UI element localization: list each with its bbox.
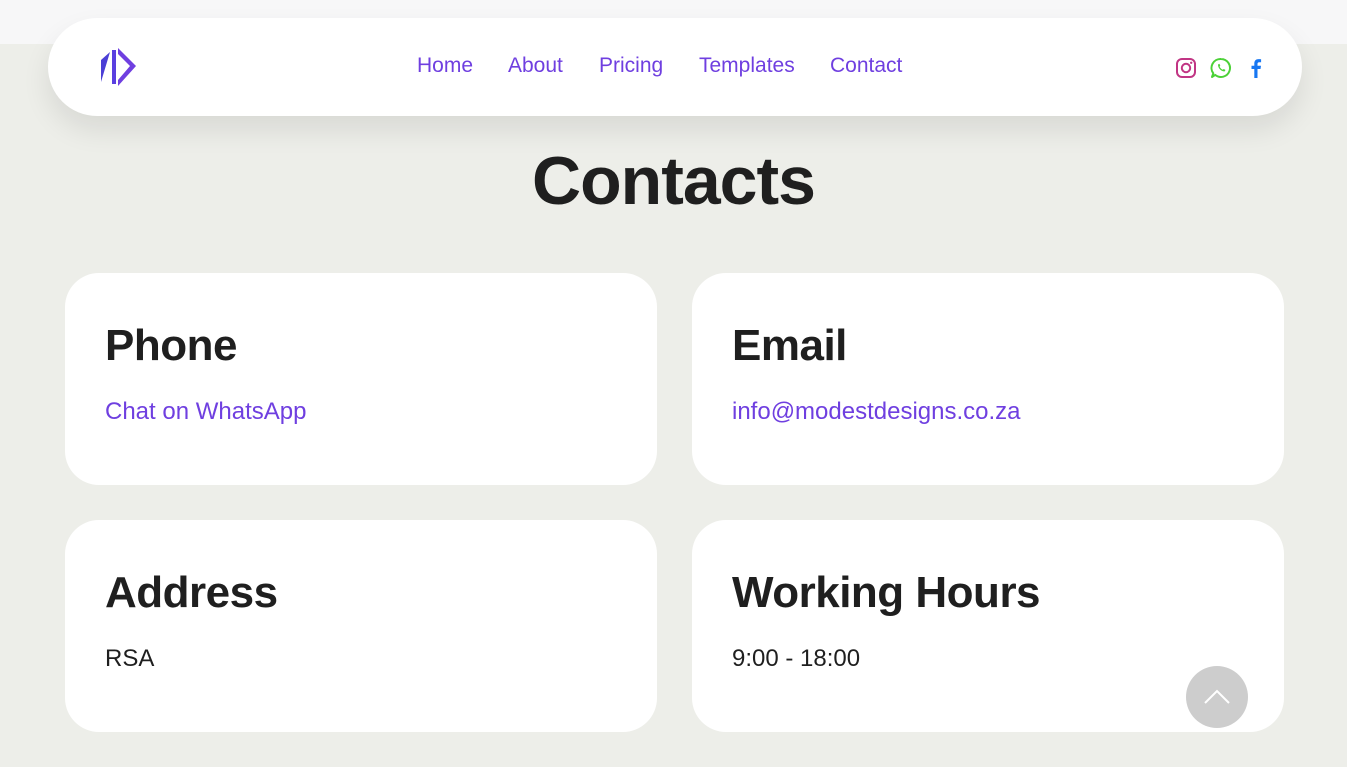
phone-card: Phone Chat on WhatsApp (65, 273, 657, 485)
address-card-title: Address (105, 568, 278, 617)
email-card-title: Email (732, 321, 847, 370)
facebook-icon[interactable] (1245, 57, 1267, 79)
page-title: Contacts (532, 143, 816, 219)
nav-link-templates[interactable]: Templates (699, 54, 795, 78)
email-link[interactable]: info@modestdesigns.co.za (732, 398, 1021, 426)
instagram-icon[interactable] (1175, 57, 1197, 79)
main-navigation: Home About Pricing Templates Contact (48, 18, 1302, 116)
working-hours-value: 9:00 - 18:00 (732, 645, 861, 672)
email-card: Email info@modestdesigns.co.za (692, 273, 1284, 485)
whatsapp-chat-link[interactable]: Chat on WhatsApp (105, 398, 306, 426)
nav-link-contact[interactable]: Contact (830, 54, 902, 78)
address-card: Address RSA (65, 520, 657, 732)
whatsapp-icon[interactable] (1210, 57, 1232, 79)
scroll-to-top-button[interactable] (1186, 666, 1248, 728)
chevron-up-icon (1204, 689, 1230, 704)
navbar: Home About Pricing Templates Contact (48, 18, 1302, 116)
address-value: RSA (105, 645, 155, 672)
nav-link-pricing[interactable]: Pricing (599, 54, 663, 78)
nav-link-about[interactable]: About (508, 54, 563, 78)
working-hours-card-title: Working Hours (732, 568, 1041, 617)
nav-link-home[interactable]: Home (417, 54, 473, 78)
phone-card-title: Phone (105, 321, 237, 370)
